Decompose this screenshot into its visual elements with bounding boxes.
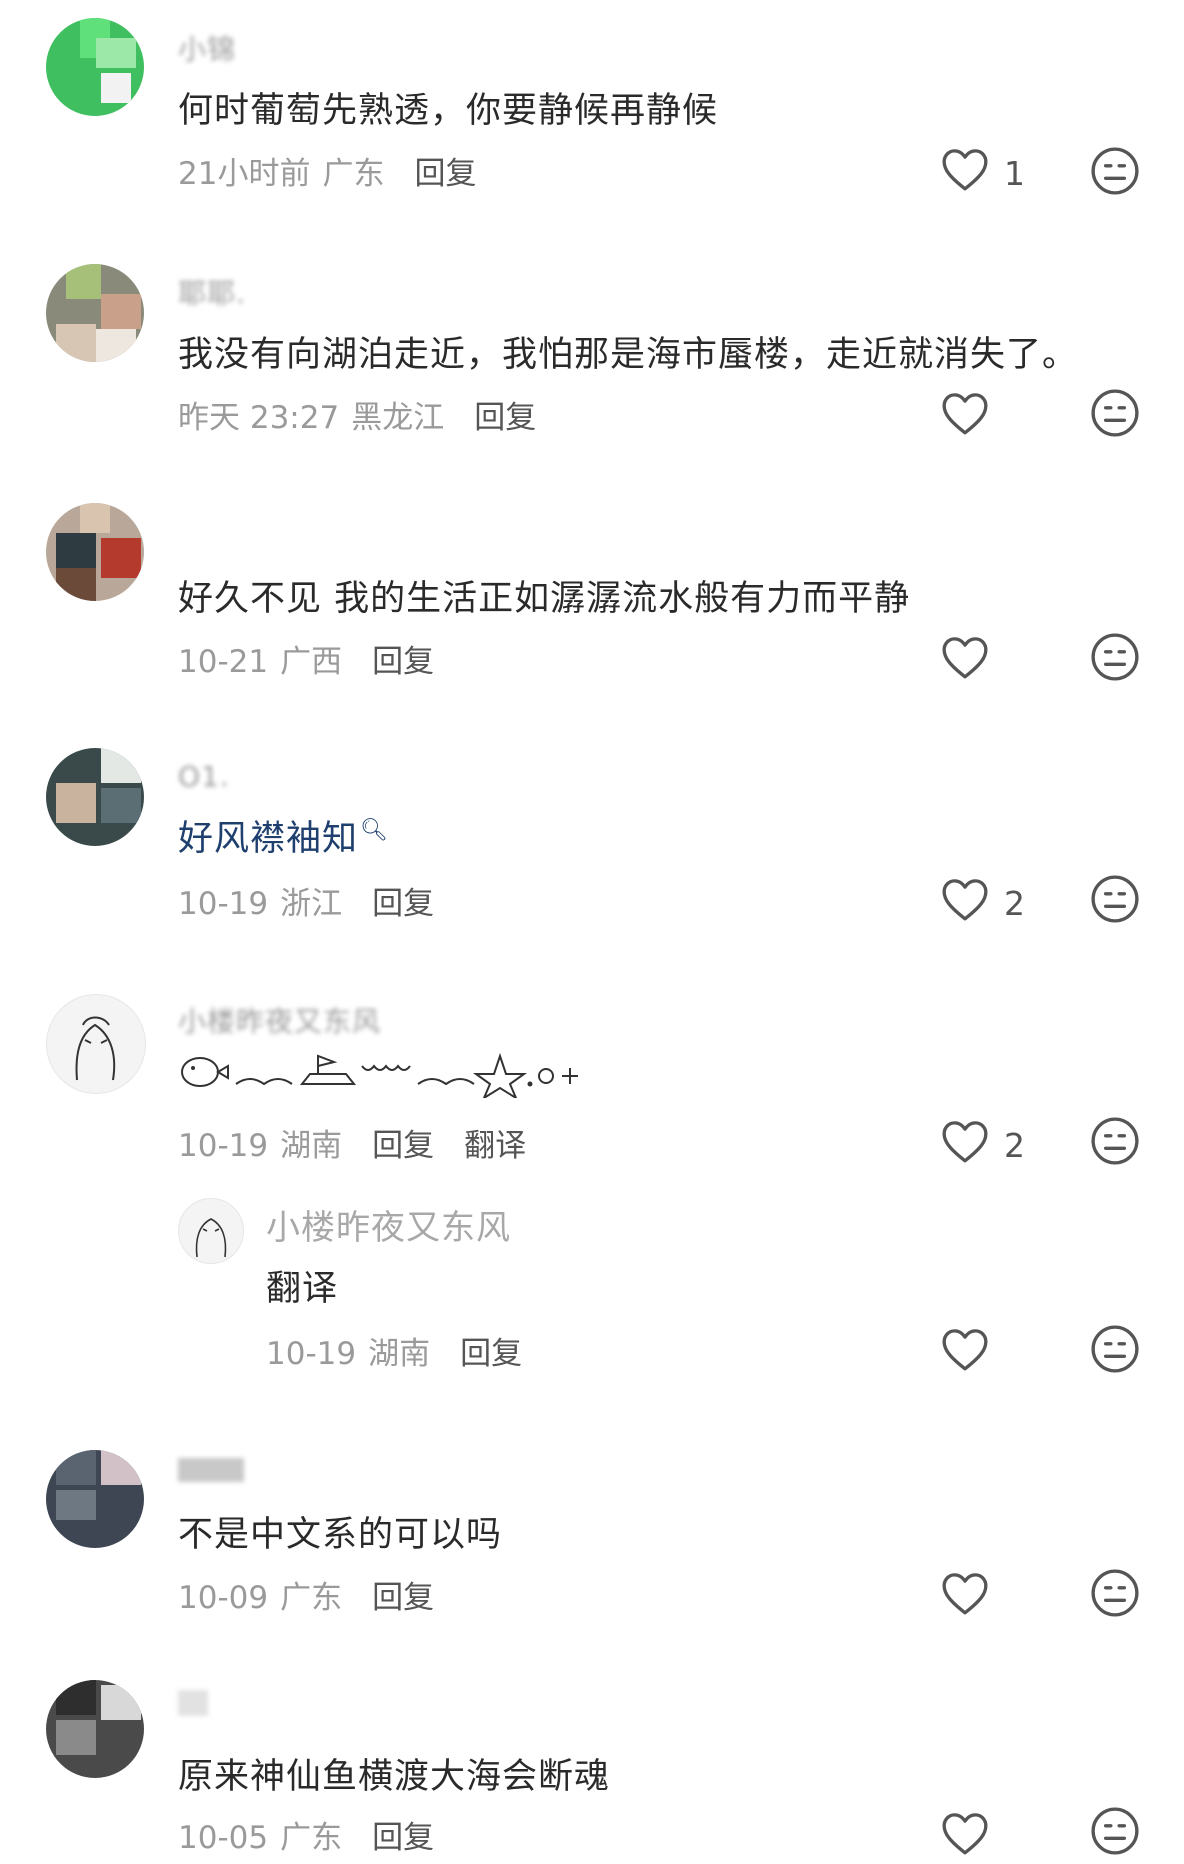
- reply-button[interactable]: 回复: [460, 1328, 522, 1373]
- timestamp: 10-19: [178, 886, 269, 922]
- dislike-button[interactable]: [1090, 388, 1140, 442]
- heart-outline-icon: [940, 146, 990, 200]
- username[interactable]: O1.: [178, 760, 230, 793]
- like-count: 1: [1004, 153, 1025, 193]
- location: 广东: [280, 1820, 343, 1856]
- like-button[interactable]: [940, 1326, 1004, 1380]
- heart-outline-icon: [940, 390, 990, 444]
- avatar[interactable]: [46, 264, 144, 362]
- username[interactable]: [178, 1458, 244, 1482]
- heart-outline-icon: [940, 634, 990, 688]
- comment-text: 何时葡萄先熟透，你要静候再静候: [178, 91, 719, 131]
- comment-meta: 10-09 广东 回复: [178, 1572, 434, 1617]
- location: 湖南: [368, 1336, 431, 1372]
- dislike-button[interactable]: [1090, 632, 1140, 686]
- dislike-button[interactable]: [1090, 874, 1140, 928]
- neutral-face-icon: [1090, 389, 1140, 442]
- comment-meta: 21小时前 广东 回复: [178, 148, 476, 193]
- emoticon-doodle: [178, 1048, 628, 1102]
- like-button[interactable]: [940, 390, 1004, 444]
- comment-text: 好久不见 我的生活正如潺潺流水般有力而平静: [178, 579, 911, 619]
- comment-text: 好风襟袖知🔍︎: [178, 810, 389, 861]
- comment-link-text[interactable]: 好风襟袖知: [178, 819, 358, 859]
- timestamp: 10-09: [178, 1580, 269, 1616]
- neutral-face-icon: [1090, 1569, 1140, 1622]
- location: 黑龙江: [351, 400, 445, 436]
- comment-text: 我没有向湖泊走近，我怕那是海市蜃楼，走近就消失了。: [178, 335, 1079, 375]
- timestamp: 10-19: [266, 1336, 357, 1372]
- reply-button[interactable]: 回复: [372, 1572, 434, 1617]
- avatar[interactable]: [178, 1198, 244, 1264]
- like-button[interactable]: 2: [940, 876, 1025, 930]
- reply-button[interactable]: 回复: [372, 636, 434, 681]
- location: 广西: [280, 644, 343, 680]
- comment-meta: 昨天 23:27 黑龙江 回复: [178, 392, 536, 437]
- username[interactable]: 小楼昨夜又东风: [266, 1200, 511, 1249]
- dislike-button[interactable]: [1090, 1116, 1140, 1170]
- comment-text: 原来神仙鱼横渡大海会断魂: [178, 1757, 611, 1797]
- heart-outline-icon: [940, 1118, 990, 1172]
- comment-text: 翻译: [266, 1269, 339, 1309]
- neutral-face-icon: [1090, 1325, 1140, 1378]
- search-icon[interactable]: 🔍︎: [360, 818, 389, 843]
- like-count: 2: [1004, 1125, 1025, 1165]
- comment-meta: 10-19 湖南 回复 翻译: [178, 1120, 526, 1165]
- neutral-face-icon: [1090, 147, 1140, 200]
- comment-text: 不是中文系的可以吗: [178, 1515, 503, 1555]
- avatar[interactable]: [46, 503, 144, 601]
- reply-button[interactable]: 回复: [414, 148, 476, 193]
- timestamp: 10-21: [178, 644, 269, 680]
- heart-outline-icon: [940, 1570, 990, 1624]
- heart-outline-icon: [940, 1326, 990, 1380]
- dislike-button[interactable]: [1090, 1568, 1140, 1622]
- reply-button[interactable]: 回复: [372, 1120, 434, 1165]
- username[interactable]: 小锦: [178, 28, 236, 68]
- comment-meta: 10-19 湖南 回复: [266, 1328, 522, 1373]
- username[interactable]: 耶耶.: [178, 272, 246, 312]
- dislike-button[interactable]: [1090, 1806, 1140, 1860]
- location: 广东: [322, 156, 385, 192]
- location: 浙江: [280, 886, 343, 922]
- comment-meta: 10-21 广西 回复: [178, 636, 434, 681]
- neutral-face-icon: [1090, 633, 1140, 686]
- comment-meta: 10-19 浙江 回复: [178, 878, 434, 923]
- timestamp: 10-05: [178, 1820, 269, 1856]
- neutral-face-icon: [1090, 1117, 1140, 1170]
- neutral-face-icon: [1090, 1807, 1140, 1860]
- avatar[interactable]: [46, 994, 146, 1094]
- like-button[interactable]: [940, 634, 1004, 688]
- reply-button[interactable]: 回复: [372, 878, 434, 923]
- timestamp: 21小时前: [178, 156, 311, 192]
- translate-button[interactable]: 翻译: [464, 1120, 526, 1165]
- username[interactable]: 小楼昨夜又东风: [178, 1000, 381, 1040]
- username[interactable]: [178, 1690, 208, 1716]
- like-button[interactable]: [940, 1570, 1004, 1624]
- like-button[interactable]: 1: [940, 146, 1025, 200]
- comment-meta: 10-05 广东 回复: [178, 1812, 434, 1857]
- avatar[interactable]: [46, 1450, 144, 1548]
- neutral-face-icon: [1090, 875, 1140, 928]
- reply-button[interactable]: 回复: [474, 392, 536, 437]
- timestamp: 昨天 23:27: [178, 400, 340, 436]
- avatar[interactable]: [46, 748, 144, 846]
- like-button[interactable]: 2: [940, 1118, 1025, 1172]
- avatar[interactable]: [46, 1680, 144, 1778]
- dislike-button[interactable]: [1090, 146, 1140, 200]
- location: 湖南: [280, 1128, 343, 1164]
- timestamp: 10-19: [178, 1128, 269, 1164]
- reply-button[interactable]: 回复: [372, 1812, 434, 1857]
- location: 广东: [280, 1580, 343, 1616]
- like-count: 2: [1004, 883, 1025, 923]
- avatar[interactable]: [46, 18, 144, 116]
- heart-outline-icon: [940, 876, 990, 930]
- dislike-button[interactable]: [1090, 1324, 1140, 1378]
